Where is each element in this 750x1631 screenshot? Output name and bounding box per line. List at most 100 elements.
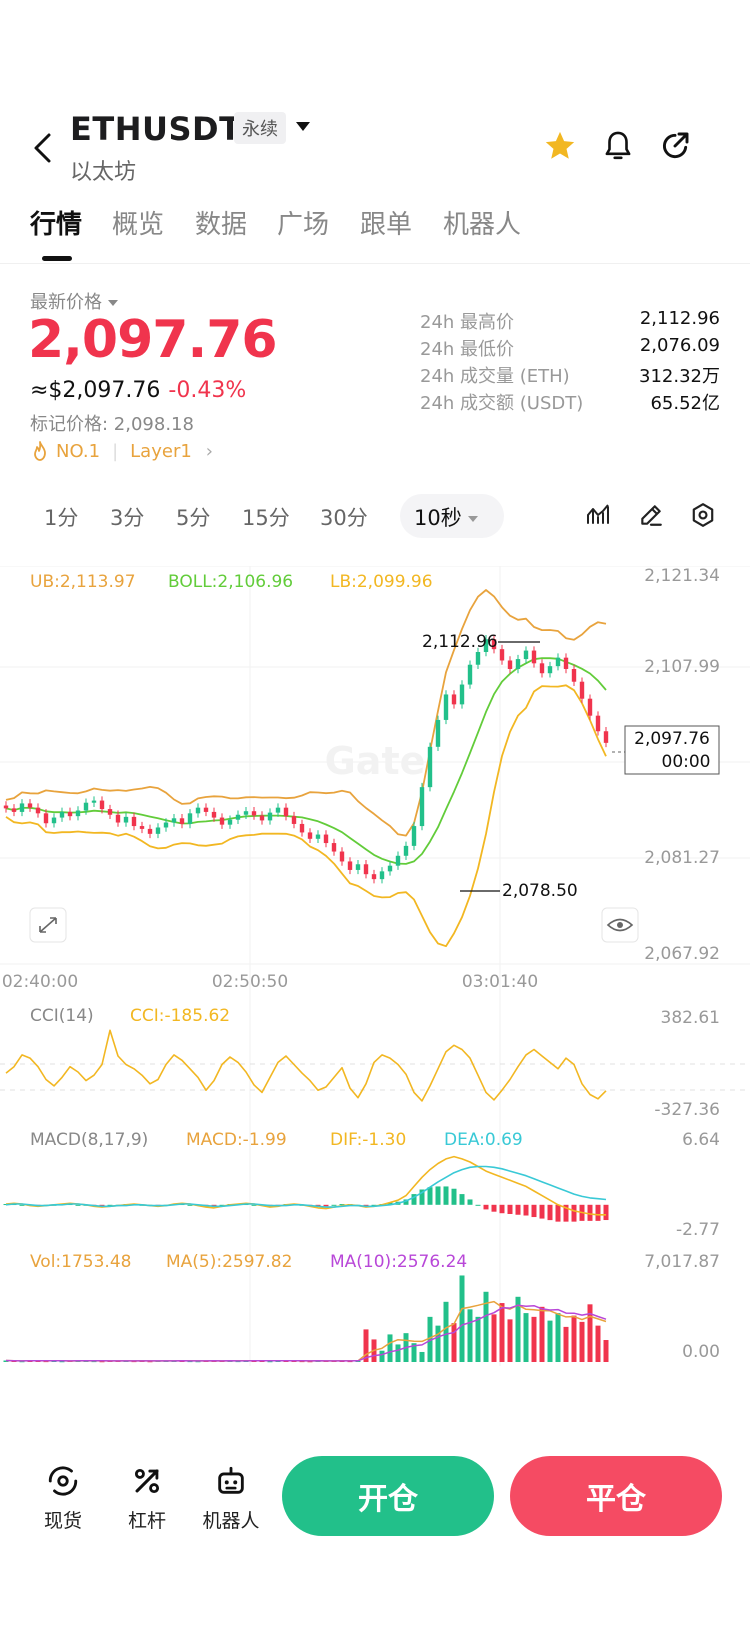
legend-lb: LB:2,099.96 bbox=[330, 572, 433, 592]
vol-ma5: MA(5):2597.82 bbox=[166, 1252, 292, 1272]
toggle-visibility-button[interactable] bbox=[601, 907, 639, 943]
macd-histogram-bar bbox=[571, 1204, 577, 1222]
candle-body bbox=[187, 813, 193, 824]
interval-5m[interactable]: 5分 bbox=[176, 502, 210, 532]
interval-3m[interactable]: 3分 bbox=[110, 502, 144, 532]
low-price-label: 2,078.50 bbox=[502, 881, 578, 901]
nav-margin[interactable]: 杠杆 bbox=[112, 1464, 182, 1533]
favorite-star-icon[interactable] bbox=[540, 126, 580, 166]
main-y-tick: 2,067.92 bbox=[644, 944, 720, 964]
chevron-right-icon: › bbox=[205, 440, 213, 462]
candle-body bbox=[107, 809, 113, 815]
24h-stats: 24h 最高价 2,112.96 24h 最低价 2,076.09 24h 成交量 … bbox=[420, 308, 720, 416]
interval-1m[interactable]: 1分 bbox=[44, 502, 78, 532]
last-price-box-value: 2,097.76 bbox=[634, 729, 710, 749]
macd-histogram-bar bbox=[587, 1204, 593, 1221]
cci-y-tick: 382.61 bbox=[661, 1008, 720, 1028]
sector-tag: Layer1 bbox=[130, 440, 192, 462]
candle-body bbox=[523, 650, 529, 660]
fullscreen-button[interactable] bbox=[29, 907, 67, 943]
dea-value: DEA:0.69 bbox=[444, 1130, 523, 1150]
candle-body bbox=[347, 861, 353, 870]
candle-body bbox=[251, 811, 257, 816]
candle-body bbox=[155, 827, 161, 834]
tab-data[interactable]: 数据 bbox=[195, 204, 247, 241]
interval-bar: 1分 3分 5分 15分 30分 10秒 bbox=[0, 494, 750, 538]
volume-bar bbox=[539, 1306, 545, 1362]
contract-type-tag: 永续 bbox=[234, 112, 286, 144]
interval-active-selector[interactable]: 10秒 bbox=[400, 494, 504, 538]
macd-title: MACD(8,17,9) bbox=[30, 1130, 148, 1150]
candle-body bbox=[243, 811, 249, 815]
candle-body bbox=[339, 851, 345, 862]
cci-line bbox=[5, 1029, 607, 1102]
tab-square[interactable]: 广场 bbox=[277, 204, 329, 241]
candle-body bbox=[195, 807, 201, 814]
draw-pencil-icon[interactable] bbox=[634, 498, 668, 532]
tab-overview[interactable]: 概览 bbox=[112, 204, 164, 241]
candle-body bbox=[235, 814, 241, 820]
macd-histogram-bar bbox=[443, 1186, 449, 1205]
margin-icon bbox=[134, 1468, 160, 1494]
interval-30m[interactable]: 30分 bbox=[320, 502, 368, 532]
kline-chart[interactable]: UB:2,113.97 BOLL:2,106.96 LB:2,099.96 2,… bbox=[0, 566, 750, 1376]
coin-tags[interactable]: NO.1 | Layer1 › bbox=[30, 440, 213, 462]
spot-icon bbox=[48, 1466, 78, 1496]
candle-body bbox=[411, 826, 417, 846]
volume-bar bbox=[443, 1301, 449, 1362]
candle-body bbox=[307, 832, 313, 839]
chart-settings-icon[interactable] bbox=[686, 498, 720, 532]
candle-body bbox=[507, 660, 513, 669]
candle-body bbox=[467, 664, 473, 685]
macd-value: MACD:-1.99 bbox=[186, 1130, 287, 1150]
macd-histogram-bar bbox=[507, 1204, 513, 1214]
macd-histogram-bar bbox=[523, 1204, 529, 1216]
stat-value: 312.32万 bbox=[639, 366, 720, 387]
macd-histogram-bar bbox=[483, 1204, 489, 1210]
nav-bot[interactable]: 机器人 bbox=[196, 1464, 266, 1533]
candle-body bbox=[419, 787, 425, 827]
macd-histogram-bar bbox=[323, 1204, 329, 1207]
candle-body bbox=[443, 694, 449, 720]
chart-grid bbox=[0, 566, 750, 1366]
candle-body bbox=[227, 819, 233, 825]
candle-body bbox=[131, 816, 137, 827]
x-axis-tick: 02:50:50 bbox=[212, 972, 288, 992]
back-button[interactable] bbox=[24, 128, 60, 168]
stat-row: 24h 最高价 2,112.96 bbox=[420, 308, 720, 335]
bell-icon[interactable] bbox=[598, 126, 638, 166]
pair-dropdown-icon[interactable] bbox=[296, 122, 310, 131]
candle-body bbox=[67, 811, 73, 817]
interval-15m[interactable]: 15分 bbox=[242, 502, 290, 532]
candle-body bbox=[35, 807, 41, 814]
open-position-button[interactable]: 开仓 bbox=[282, 1456, 494, 1536]
indicator-icon[interactable] bbox=[582, 498, 616, 532]
macd-y-tick: 6.64 bbox=[682, 1130, 720, 1150]
nav-margin-label: 杠杆 bbox=[127, 1510, 166, 1532]
tab-bot[interactable]: 机器人 bbox=[443, 204, 521, 241]
cci-title: CCI(14) bbox=[30, 1006, 94, 1026]
caret-down-icon bbox=[467, 516, 478, 522]
share-icon[interactable] bbox=[655, 126, 695, 166]
nav-bot-label: 机器人 bbox=[202, 1510, 260, 1532]
volume-bar bbox=[547, 1320, 553, 1362]
kline-chart-svg[interactable]: UB:2,113.97 BOLL:2,106.96 LB:2,099.96 2,… bbox=[0, 566, 750, 1376]
stat-label: 24h 最高价 bbox=[420, 312, 515, 333]
tab-copy-trade[interactable]: 跟单 bbox=[360, 204, 412, 241]
tab-market[interactable]: 行情 bbox=[30, 204, 82, 241]
volume-bar bbox=[419, 1351, 425, 1362]
nav-spot[interactable]: 现货 bbox=[28, 1464, 98, 1533]
macd-histogram-bar bbox=[547, 1204, 553, 1221]
candle-body bbox=[499, 649, 505, 661]
candle-body bbox=[211, 811, 217, 818]
candle-body bbox=[595, 715, 601, 732]
candle-body bbox=[299, 823, 305, 833]
close-position-button[interactable]: 平仓 bbox=[510, 1456, 722, 1536]
robot-icon bbox=[218, 1466, 244, 1494]
pair-title[interactable]: ETHUSDT bbox=[70, 110, 241, 148]
stat-row: 24h 最低价 2,076.09 bbox=[420, 335, 720, 362]
volume-bar bbox=[491, 1314, 497, 1362]
volume-bar bbox=[467, 1309, 473, 1362]
volume-bars bbox=[3, 1275, 609, 1363]
macd-series bbox=[3, 1155, 609, 1222]
